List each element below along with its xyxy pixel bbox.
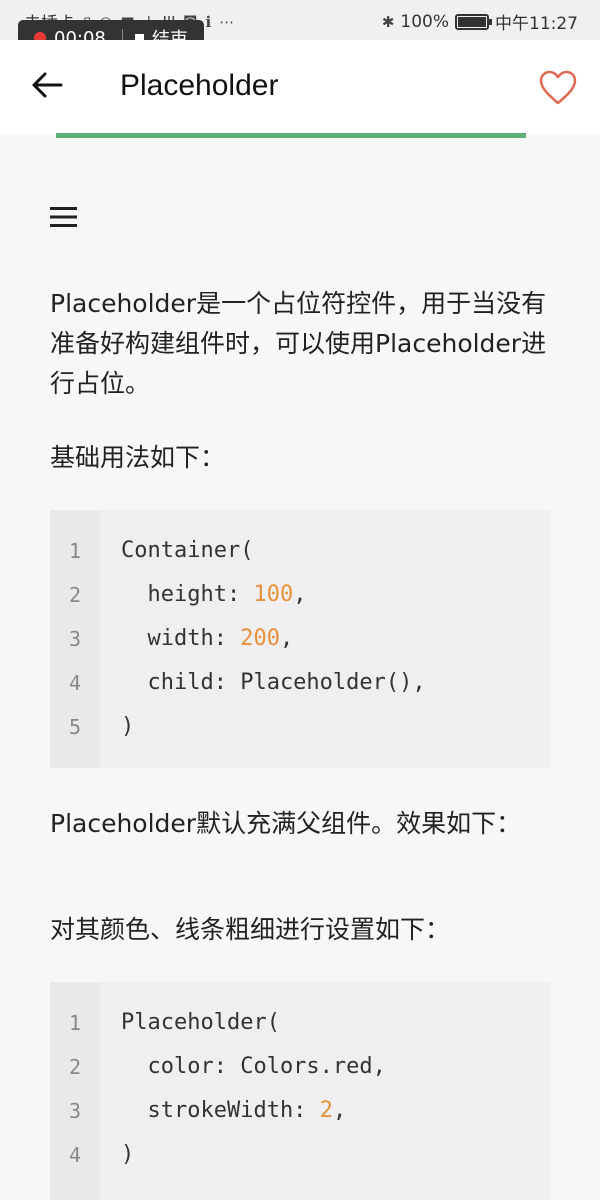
code-line: 3 width: 200,: [50, 617, 550, 661]
code-text: width: 200,: [121, 617, 293, 661]
code-token: height:: [121, 582, 254, 607]
code-text: child: Placeholder(),: [121, 661, 426, 705]
code-token: ): [121, 1142, 135, 1167]
code-line: 5): [50, 705, 550, 749]
line-number: 5: [68, 715, 82, 739]
code-token: child: Placeholder(),: [121, 670, 426, 695]
code-block-basic: 1 Container(2 height: 100, 3 width: 200, 4 …: [50, 510, 550, 768]
bluetooth-icon: ✱: [381, 12, 395, 31]
code-token: Container(: [121, 538, 254, 563]
app-bar: Placeholder: [0, 40, 600, 134]
clock: 中午11:27: [495, 14, 578, 34]
code-token: Placeholder(: [121, 1010, 280, 1035]
code-line: 1 Placeholder(: [50, 1001, 550, 1045]
code-line: 2 height: 100,: [50, 573, 550, 617]
code-block-settings: 1 Placeholder(2 color: Colors.red, 3 strok…: [50, 982, 550, 1200]
code-line: 2 color: Colors.red,: [50, 1045, 550, 1089]
reading-progress-fill: [56, 133, 526, 138]
battery-fill: [458, 16, 486, 27]
code-text: color: Colors.red,: [121, 1045, 386, 1089]
code-text: strokeWidth: 2,: [121, 1089, 346, 1133]
line-number: 2: [68, 1055, 82, 1079]
code-text: ): [121, 705, 134, 749]
line-number: 3: [68, 627, 82, 651]
menu-icon[interactable]: [50, 205, 78, 229]
code-token: color: Colors.red,: [121, 1054, 386, 1079]
code-token: strokeWidth:: [121, 1098, 320, 1123]
line-number: 4: [68, 671, 82, 695]
code-text: ): [121, 1133, 134, 1177]
info-icon: ℹ: [205, 12, 212, 31]
code-text: height: 100,: [121, 573, 306, 617]
code-token: width:: [121, 626, 241, 651]
code-token: ): [121, 714, 135, 739]
code-line: 4 child: Placeholder(),: [50, 661, 550, 705]
line-number: 3: [68, 1099, 82, 1123]
code-line: 1 Container(: [50, 529, 550, 573]
back-arrow-icon[interactable]: [30, 68, 64, 102]
battery-icon: [455, 13, 492, 30]
code-number-literal: 2: [319, 1098, 333, 1123]
code-token: ,: [293, 582, 307, 607]
intro-paragraph: Placeholder是一个占位符控件，用于当没有准备好构建组件时，可以使用Pl…: [50, 289, 547, 398]
code-number-literal: 100: [253, 582, 294, 607]
code-line: 3 strokeWidth: 2,: [50, 1089, 550, 1133]
code-token: ,: [279, 626, 294, 651]
code-token: ,: [332, 1098, 347, 1123]
basic-usage-text: 基础用法如下：: [50, 443, 226, 472]
more-icon: ⋯: [219, 12, 235, 31]
line-number: 1: [68, 539, 82, 563]
code-number-literal: 200: [240, 626, 280, 651]
code-line: 4): [50, 1133, 550, 1177]
code-text: Container(: [121, 529, 253, 573]
line-number: 2: [68, 583, 82, 607]
line-number: 4: [68, 1143, 82, 1167]
page-title: Placeholder: [120, 69, 279, 102]
line-number: 1: [68, 1011, 82, 1035]
reading-progress-bar: [56, 133, 526, 138]
status-right: ✱ 100% 中午11:27: [381, 9, 578, 35]
code-text: Placeholder(: [121, 1001, 280, 1045]
settings-text: 对其颜色、线条粗细进行设置如下：: [50, 915, 451, 944]
default-fill-text: Placeholder默认充满父组件。效果如下：: [50, 809, 522, 838]
battery-percent: 100%: [400, 11, 449, 32]
favorite-heart-icon[interactable]: [538, 68, 578, 108]
